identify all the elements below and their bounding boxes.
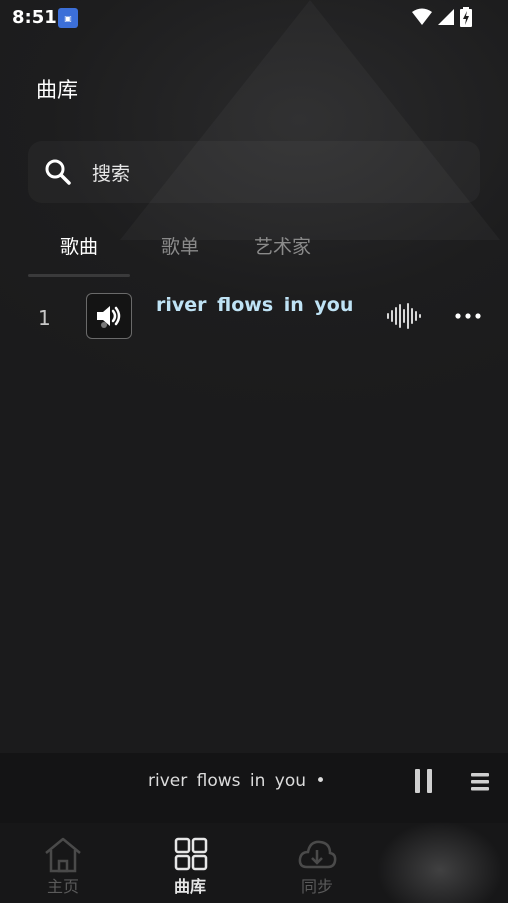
battery-charging-icon	[460, 7, 472, 27]
library-grid-icon	[174, 837, 208, 871]
cloud-download-icon	[298, 840, 337, 869]
song-list-item[interactable]: 1 river flows in you	[0, 288, 508, 348]
nav-home[interactable]: 主页	[13, 823, 113, 903]
song-cover	[86, 293, 132, 339]
more-icon[interactable]	[454, 308, 482, 324]
cell-signal-icon	[438, 9, 454, 25]
status-time: 8:51	[12, 7, 57, 28]
nav-library[interactable]: 曲库	[140, 823, 240, 903]
nav-home-label: 主页	[46, 877, 79, 896]
song-index: 1	[38, 306, 51, 330]
home-icon	[45, 837, 81, 873]
pause-icon[interactable]	[410, 767, 438, 795]
search-icon	[45, 159, 71, 185]
tab-playlists[interactable]: 歌单	[161, 232, 199, 259]
library-screen: 8:51 ▣ 曲库 搜索 歌曲 歌单 艺术家 1 river flows in …	[0, 0, 508, 903]
nav-sync-label: 同步	[300, 877, 333, 896]
app-notification-icon: ▣	[58, 8, 78, 28]
now-playing-title: river flows in you •	[148, 771, 326, 791]
library-tabs: 歌曲 歌单 艺术家	[28, 228, 480, 278]
bottom-navigation: 主页 曲库 同步	[0, 823, 508, 903]
queue-icon[interactable]	[468, 771, 492, 795]
tab-songs[interactable]: 歌曲	[60, 232, 98, 259]
search-placeholder: 搜索	[92, 163, 131, 185]
waveform-icon[interactable]	[386, 302, 422, 330]
nav-library-label: 曲库	[173, 877, 206, 896]
status-icons	[412, 7, 472, 27]
active-tab-indicator	[28, 274, 130, 277]
status-bar: 8:51 ▣	[0, 0, 508, 36]
nav-sync[interactable]: 同步	[267, 823, 367, 903]
background-decoration	[120, 0, 500, 240]
page-title: 曲库	[36, 78, 78, 102]
mini-player[interactable]: river flows in you •	[0, 753, 508, 823]
tab-artists[interactable]: 艺术家	[254, 232, 311, 259]
speaker-icon	[97, 306, 121, 328]
wifi-icon	[412, 8, 432, 25]
search-input[interactable]: 搜索	[28, 141, 480, 203]
song-title: river flows in you	[156, 294, 354, 316]
